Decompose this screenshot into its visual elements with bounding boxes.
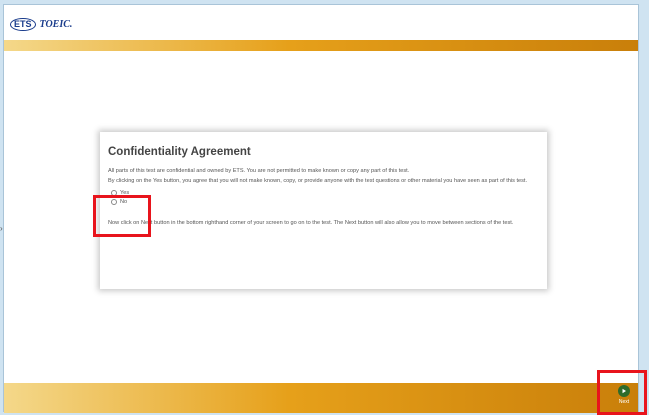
brand-name: TOEIC. xyxy=(39,19,73,30)
paragraph-ownership: All parts of this test are confidential … xyxy=(108,168,410,174)
dialog-title: Confidentiality Agreement xyxy=(108,146,251,158)
ets-badge: ETS xyxy=(10,18,36,31)
paragraph-agreement: By clicking on the Yes button, you agree… xyxy=(108,178,528,184)
confidentiality-dialog: Confidentiality Agreement All parts of t… xyxy=(100,132,547,289)
option-yes[interactable]: Yes xyxy=(111,188,539,197)
paragraph-next: Now click on Next button in the bottom r… xyxy=(108,220,514,226)
toeic-logo: ETS TOEIC. xyxy=(10,18,72,31)
highlight-next-button xyxy=(597,370,647,415)
bottom-bar xyxy=(4,383,638,413)
top-bar xyxy=(4,40,638,51)
highlight-yes-option xyxy=(93,195,151,237)
header: ETS TOEIC. xyxy=(4,5,638,40)
option-no[interactable]: No xyxy=(111,197,539,206)
